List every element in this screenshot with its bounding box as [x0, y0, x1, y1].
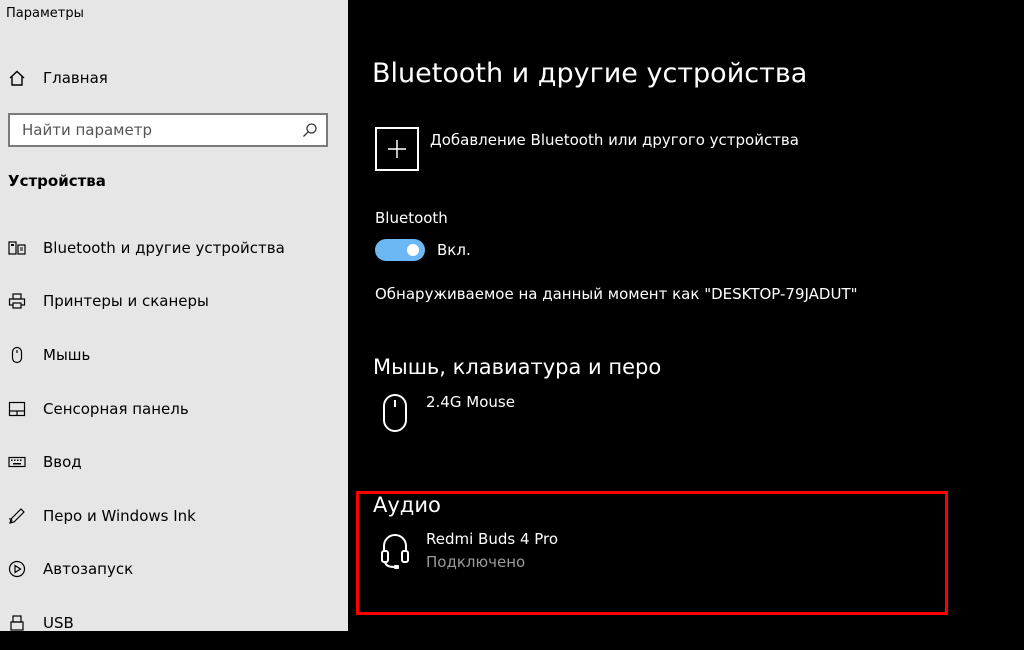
plus-icon	[388, 140, 406, 158]
toggle-knob	[407, 244, 419, 256]
pen-icon	[8, 507, 25, 524]
sidebar-nav: Bluetooth и другие устройства Принтеры и…	[0, 221, 348, 650]
app-title: Параметры	[6, 6, 84, 21]
sidebar-item-touchpad[interactable]: Сенсорная панель	[0, 382, 348, 436]
sidebar-item-label: Ввод	[43, 453, 82, 472]
keyboard-icon	[8, 457, 26, 468]
add-device-label: Добавление Bluetooth или другого устройс…	[430, 131, 799, 149]
sidebar-item-label: USB	[43, 613, 74, 632]
sidebar-item-label: Принтеры и сканеры	[43, 292, 209, 311]
bluetooth-state: Вкл.	[437, 241, 471, 259]
bluetooth-toggle-row: Вкл.	[375, 239, 471, 261]
usb-icon	[10, 615, 24, 631]
device-mouse[interactable]: 2.4G Mouse	[380, 393, 515, 433]
add-box	[375, 127, 419, 171]
sidebar-item-autoplay[interactable]: Автозапуск	[0, 543, 348, 597]
discoverable-text: Обнаруживаемое на данный момент как "DES…	[375, 285, 858, 303]
sidebar-item-pen[interactable]: Перо и Windows Ink	[0, 489, 348, 543]
sidebar-item-usb[interactable]: USB	[0, 596, 348, 650]
bluetooth-label: Bluetooth	[375, 209, 448, 227]
device-name: Redmi Buds 4 Pro	[426, 530, 559, 548]
page-title: Bluetooth и другие устройства	[372, 58, 808, 89]
search-box[interactable]	[8, 113, 328, 147]
headset-icon	[381, 534, 409, 569]
sidebar-item-label: Мышь	[43, 345, 91, 364]
device-status: Подключено	[426, 553, 526, 571]
section-title: Устройства	[8, 172, 106, 190]
home-icon	[9, 70, 25, 86]
sidebar-item-label: Перо и Windows Ink	[43, 506, 196, 525]
audio-section-heading: Аудио	[373, 493, 441, 517]
device-redmi-buds[interactable]: Redmi Buds 4 Pro Подключено	[380, 530, 558, 571]
autoplay-icon	[8, 561, 26, 578]
sidebar-item-label: Сенсорная панель	[43, 399, 189, 418]
home-nav-item[interactable]: Главная	[8, 66, 108, 90]
device-name: 2.4G Mouse	[426, 393, 515, 411]
device-text: 2.4G Mouse	[426, 393, 515, 411]
home-label: Главная	[43, 69, 108, 87]
search-input[interactable]	[10, 120, 302, 140]
bluetooth-toggle[interactable]	[375, 239, 425, 261]
main-content: Bluetooth и другие устройства Добавление…	[348, 0, 1024, 631]
sidebar-item-bluetooth[interactable]: Bluetooth и другие устройства	[0, 221, 348, 275]
touchpad-icon	[8, 401, 26, 416]
sidebar: Параметры Главная Устройства Bluetooth и…	[0, 0, 348, 632]
add-device-button[interactable]: Добавление Bluetooth или другого устройс…	[375, 127, 799, 171]
device-text: Redmi Buds 4 Pro Подключено	[426, 530, 558, 571]
printer-icon	[8, 293, 26, 309]
mouse-icon	[11, 346, 23, 364]
search-icon[interactable]	[302, 122, 318, 138]
sidebar-item-mouse[interactable]: Мышь	[0, 328, 348, 382]
sidebar-item-label: Bluetooth и другие устройства	[43, 238, 285, 257]
mouse-icon	[383, 394, 407, 432]
bluetooth-devices-icon	[8, 241, 26, 255]
sidebar-item-printers[interactable]: Принтеры и сканеры	[0, 275, 348, 329]
mouse-section-heading: Мышь, клавиатура и перо	[373, 355, 662, 379]
sidebar-item-typing[interactable]: Ввод	[0, 435, 348, 489]
sidebar-item-label: Автозапуск	[43, 560, 134, 579]
